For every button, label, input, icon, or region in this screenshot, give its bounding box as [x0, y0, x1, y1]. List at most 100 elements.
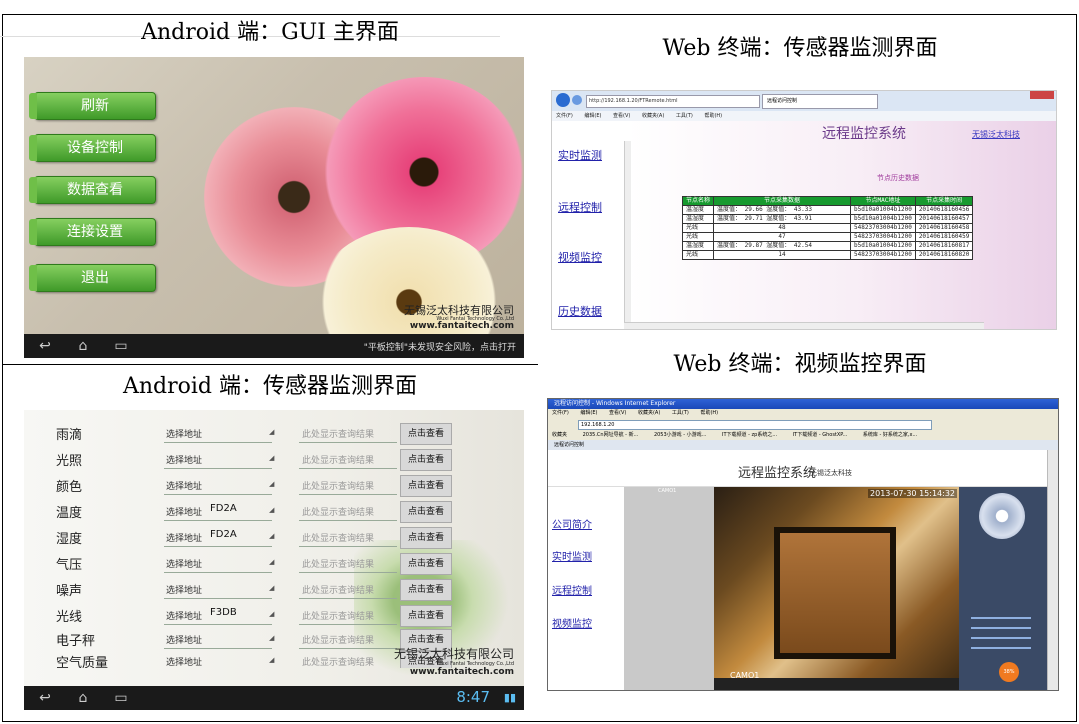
- query-button[interactable]: 点击查看: [400, 579, 452, 601]
- address-bar[interactable]: 192.168.1.20: [578, 420, 932, 430]
- dropdown-icon[interactable]: ◢: [269, 558, 274, 566]
- scrollbar[interactable]: [1047, 450, 1058, 690]
- caption-android-sensor: Android 端：传感器监测界面: [122, 374, 417, 399]
- favorites-item[interactable]: IT下载频道 - GhostXP...: [793, 432, 848, 438]
- menu-help[interactable]: 帮助(H): [700, 410, 718, 416]
- nav-remote-control[interactable]: 远程控制: [552, 582, 592, 597]
- favorites-item[interactable]: 收藏夹: [552, 432, 567, 438]
- address-select[interactable]: 选择地址: [166, 479, 202, 492]
- close-icon[interactable]: [1030, 91, 1054, 99]
- video-feed: 2013-07-30 15:14:32 CAMO1: [714, 487, 959, 690]
- slider[interactable]: [971, 617, 1031, 619]
- query-button[interactable]: 点击查看: [400, 449, 452, 471]
- favorites-item[interactable]: 2053小游戏 - 小游戏...: [654, 432, 706, 438]
- address-select[interactable]: 选择地址: [166, 655, 202, 668]
- query-button[interactable]: 点击查看: [400, 527, 452, 549]
- dropdown-icon[interactable]: ◢: [269, 610, 274, 618]
- table-row: 温湿度 温度值： 29.87 湿度值： 42.54 b5d10a01004b12…: [681, 241, 974, 251]
- address-select[interactable]: 选择地址: [166, 633, 202, 646]
- nav-company[interactable]: 公司简介: [552, 516, 592, 531]
- video-toolbar[interactable]: [714, 678, 959, 690]
- sensor-row: 光线 选择地址 F3DB ◢ 此处显示查询结果 点击查看: [24, 604, 454, 628]
- query-button[interactable]: 点击查看: [400, 553, 452, 575]
- result-field: 此处显示查询结果: [302, 560, 375, 570]
- query-button[interactable]: 点击查看: [400, 423, 452, 445]
- address-select[interactable]: 选择地址: [166, 453, 202, 466]
- slider[interactable]: [971, 647, 1031, 649]
- nav-history[interactable]: 历史数据: [558, 303, 602, 319]
- refresh-button[interactable]: 刷新: [29, 92, 156, 120]
- camera-name[interactable]: CAMO1: [658, 488, 676, 494]
- nav-realtime[interactable]: 实时监测: [558, 147, 602, 163]
- dropdown-icon[interactable]: ◢: [269, 584, 274, 592]
- sensor-row: 气压 选择地址 ◢ 此处显示查询结果 点击查看: [24, 552, 454, 576]
- corp-link[interactable]: 无锡泛太科技: [972, 129, 1020, 140]
- dropdown-icon[interactable]: ◢: [269, 532, 274, 540]
- table-header: 节点采集时间: [914, 196, 974, 206]
- browser-tab[interactable]: 远程访问控制: [762, 94, 878, 109]
- recent-apps-icon[interactable]: ▭: [110, 338, 132, 354]
- favorites-item[interactable]: 系统库 - 好系统之家,x...: [863, 432, 917, 438]
- table-row: 温湿度 温度值： 29.71 湿度值： 43.91 b5d10a01004b12…: [681, 214, 974, 224]
- dropdown-icon[interactable]: ◢: [269, 634, 274, 642]
- result-field: 此处显示查询结果: [302, 586, 375, 596]
- menu-view[interactable]: 查看(V): [613, 113, 630, 119]
- exit-button[interactable]: 退出: [29, 264, 156, 292]
- table-row: 光线 48 54823703004b1200 20140618160458: [681, 223, 974, 233]
- dropdown-icon[interactable]: ◢: [269, 656, 274, 664]
- video-timestamp: 2013-07-30 15:14:32: [868, 489, 957, 498]
- menu-edit[interactable]: 编辑(E): [584, 113, 601, 119]
- query-button[interactable]: 点击查看: [400, 501, 452, 523]
- device-control-button[interactable]: 设备控制: [29, 134, 156, 162]
- connection-settings-button[interactable]: 连接设置: [29, 218, 156, 246]
- slider[interactable]: [971, 637, 1031, 639]
- dropdown-icon[interactable]: ◢: [269, 506, 274, 514]
- watermark-url: www.fantaitech.com: [409, 321, 514, 331]
- address-select[interactable]: 选择地址: [166, 505, 202, 518]
- address-select[interactable]: 选择地址: [166, 427, 202, 440]
- browser-tab[interactable]: 远程访问控制: [548, 440, 1058, 450]
- nav-video[interactable]: 视频监控: [552, 615, 592, 630]
- address-bar[interactable]: http://192.168.1.20/FTRemote.html: [586, 95, 760, 108]
- menu-help[interactable]: 帮助(H): [704, 113, 722, 119]
- menu-favorites[interactable]: 收藏夹(A): [642, 113, 664, 119]
- security-notice[interactable]: "平板控制"未发现安全风险，点击打开: [364, 340, 516, 353]
- query-button[interactable]: 点击查看: [400, 475, 452, 497]
- favorites-item[interactable]: IT下载频道 - zp系统之...: [722, 432, 777, 438]
- home-icon[interactable]: ⌂: [72, 690, 94, 706]
- scrollbar[interactable]: [624, 141, 631, 323]
- menu-favorites[interactable]: 收藏夹(A): [638, 410, 660, 416]
- back-icon[interactable]: ↩: [34, 338, 56, 354]
- dropdown-icon[interactable]: ◢: [269, 480, 274, 488]
- back-icon[interactable]: ↩: [34, 690, 56, 706]
- menu-view[interactable]: 查看(V): [609, 410, 626, 416]
- menu-file[interactable]: 文件(F): [556, 113, 573, 119]
- home-icon[interactable]: ⌂: [72, 338, 94, 354]
- address-select[interactable]: 选择地址: [166, 609, 202, 622]
- slider[interactable]: [971, 627, 1031, 629]
- dropdown-icon[interactable]: ◢: [269, 428, 274, 436]
- menu-edit[interactable]: 编辑(E): [580, 410, 597, 416]
- dropdown-icon[interactable]: ◢: [269, 454, 274, 462]
- back-icon[interactable]: [556, 93, 570, 107]
- favorites-bar: 收藏夹 2035.Cn网址导航 - 新... 2053小游戏 - 小游戏... …: [548, 430, 1058, 440]
- forward-icon[interactable]: [572, 95, 582, 105]
- table-header: 节点名称: [681, 196, 715, 206]
- address-select[interactable]: 选择地址: [166, 531, 202, 544]
- address-select[interactable]: 选择地址: [166, 583, 202, 596]
- menu-tools[interactable]: 工具(T): [672, 410, 689, 416]
- menu-file[interactable]: 文件(F): [552, 410, 569, 416]
- address-select[interactable]: 选择地址: [166, 557, 202, 570]
- nav-video[interactable]: 视频监控: [558, 249, 602, 265]
- nav-realtime[interactable]: 实时监测: [552, 548, 592, 563]
- favorites-item[interactable]: 2035.Cn网址导航 - 新...: [583, 432, 639, 438]
- menu-tools[interactable]: 工具(T): [676, 113, 693, 119]
- query-button[interactable]: 点击查看: [400, 605, 452, 627]
- horizontal-scrollbar[interactable]: [624, 322, 984, 329]
- caption-web-sensor: Web 终端：传感器监测界面: [662, 36, 938, 61]
- recent-apps-icon[interactable]: ▭: [110, 690, 132, 706]
- data-view-button[interactable]: 数据查看: [29, 176, 156, 204]
- result-field: 此处显示查询结果: [302, 612, 375, 622]
- ptz-dial-icon[interactable]: [979, 493, 1025, 539]
- nav-remote-control[interactable]: 远程控制: [558, 199, 602, 215]
